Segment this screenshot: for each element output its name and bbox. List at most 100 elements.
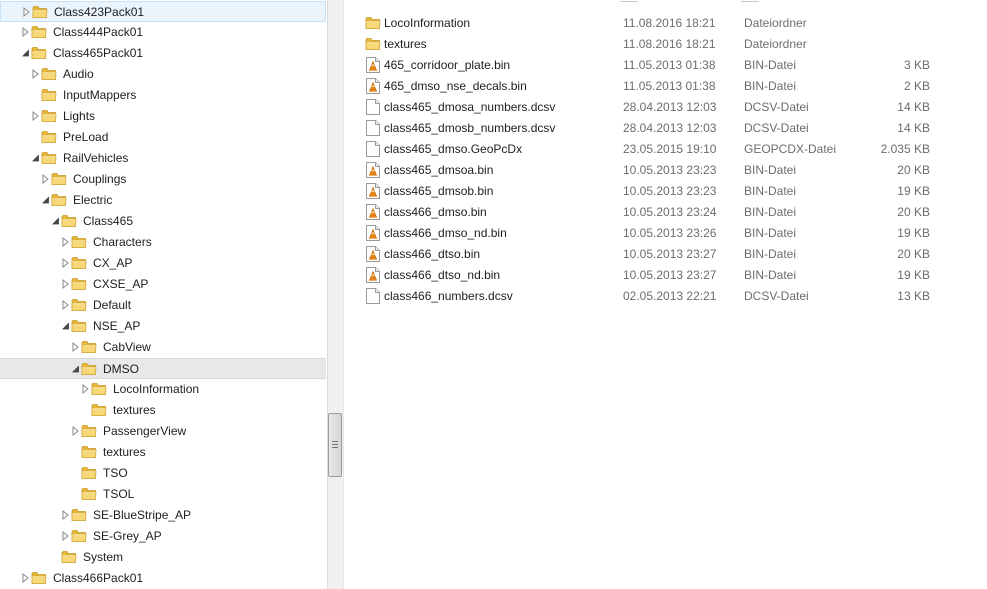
blank-file-icon <box>366 288 380 304</box>
file-row[interactable]: class466_dtso_nd.bin 10.05.2013 23:27 BIN-… <box>345 264 987 285</box>
tree-item-electric[interactable]: Electric <box>0 190 326 211</box>
tree-item-label: TSO <box>103 466 128 480</box>
folder-icon <box>81 424 97 438</box>
file-row[interactable]: LocoInformation 11.08.2016 18:21 Dateiordn… <box>345 12 987 33</box>
tree-item-label: Class465Pack01 <box>53 46 144 60</box>
tree-item-se-grey-ap[interactable]: SE-Grey_AP <box>0 526 326 547</box>
file-date: 10.05.2013 23:27 <box>623 247 717 261</box>
tree-item-cx-ap[interactable]: CX_AP <box>0 253 326 274</box>
scrollbar-thumb[interactable] <box>328 413 342 477</box>
tree-item-passengerview[interactable]: PassengerView <box>0 421 326 442</box>
tree-item-class465pack01[interactable]: Class465Pack01 <box>0 43 326 64</box>
tree-item-nse-ap[interactable]: NSE_AP <box>0 316 326 337</box>
tree-item-lights[interactable]: Lights <box>0 106 326 127</box>
file-size: 13 KB <box>897 289 930 303</box>
tree-scrollbar[interactable] <box>327 0 344 589</box>
tree-item-textures[interactable]: textures <box>0 442 326 463</box>
expand-arrow-icon[interactable] <box>31 69 40 79</box>
blank-file-icon <box>366 120 380 136</box>
folder-icon <box>81 340 97 354</box>
tree-item-preload[interactable]: PreLoad <box>0 127 326 148</box>
tree-item-se-bluestripe-ap[interactable]: SE-BlueStripe_AP <box>0 505 326 526</box>
tree-item-railvehicles[interactable]: RailVehicles <box>0 148 326 169</box>
tree-item-label: PassengerView <box>103 424 187 438</box>
file-row[interactable]: class466_dmso_nd.bin 10.05.2013 23:26 BIN-… <box>345 222 987 243</box>
file-date: 11.08.2016 18:21 <box>623 37 716 51</box>
expand-arrow-icon[interactable] <box>71 426 80 436</box>
vlc-file-icon <box>366 183 380 199</box>
file-row[interactable]: class465_dmsob.bin 10.05.2013 23:23 BIN-Da… <box>345 180 987 201</box>
folder-icon <box>31 571 47 585</box>
file-type: Dateiordner <box>744 16 807 30</box>
collapse-arrow-icon[interactable] <box>51 216 60 226</box>
file-name: class466_dtso.bin <box>384 247 481 261</box>
file-date: 10.05.2013 23:23 <box>623 163 717 177</box>
collapse-arrow-icon[interactable] <box>41 195 50 205</box>
file-row[interactable]: class466_dtso.bin 10.05.2013 23:27 BIN-Dat… <box>345 243 987 264</box>
tree-item-class465[interactable]: Class465 <box>0 211 326 232</box>
expand-arrow-icon[interactable] <box>81 384 90 394</box>
vlc-file-icon <box>366 57 380 73</box>
file-row[interactable]: class465_dmso.GeoPcDx 23.05.2015 19:10 GEO… <box>345 138 987 159</box>
tree-item-audio[interactable]: Audio <box>0 64 326 85</box>
expand-arrow-icon[interactable] <box>61 510 70 520</box>
file-type: BIN-Datei <box>744 58 797 72</box>
expand-arrow-icon[interactable] <box>41 174 50 184</box>
expand-arrow-icon[interactable] <box>61 237 70 247</box>
tree-item-cxse-ap[interactable]: CXSE_AP <box>0 274 326 295</box>
file-type: BIN-Datei <box>744 247 797 261</box>
file-type: BIN-Datei <box>744 268 797 282</box>
file-row[interactable]: class465_dmsoa.bin 10.05.2013 23:23 BIN-Da… <box>345 159 987 180</box>
tree-item-dmso[interactable]: DMSO <box>0 358 326 379</box>
tree-item-tsol[interactable]: TSOL <box>0 484 326 505</box>
file-row[interactable]: 465_dmso_nse_decals.bin 11.05.2013 01:38 B… <box>345 75 987 96</box>
file-date: 10.05.2013 23:24 <box>623 205 717 219</box>
tree-item-label: Lights <box>63 109 96 123</box>
tree-item-textures[interactable]: textures <box>0 400 326 421</box>
file-row[interactable]: class466_dmso.bin 10.05.2013 23:24 BIN-Dat… <box>345 201 987 222</box>
file-list[interactable]: LocoInformation 11.08.2016 18:21 Dateiordn… <box>345 0 987 589</box>
vlc-file-icon <box>366 225 380 241</box>
expand-arrow-icon[interactable] <box>61 279 70 289</box>
expand-arrow-icon[interactable] <box>61 531 70 541</box>
file-row[interactable]: class465_dmosa_numbers.dcsv 28.04.2013 12… <box>345 96 987 117</box>
tree-item-label: SE-BlueStripe_AP <box>93 508 192 522</box>
vlc-file-icon <box>366 246 380 262</box>
file-date: 11.05.2013 01:38 <box>623 79 716 93</box>
tree-item-class466pack01[interactable]: Class466Pack01 <box>0 568 326 589</box>
tree-item-inputmappers[interactable]: InputMappers <box>0 85 326 106</box>
expand-arrow-icon[interactable] <box>71 342 80 352</box>
file-type: BIN-Datei <box>744 205 797 219</box>
tree-item-system[interactable]: System <box>0 547 326 568</box>
file-row[interactable]: class465_dmosb_numbers.dcsv 28.04.2013 12… <box>345 117 987 138</box>
collapse-arrow-icon[interactable] <box>31 153 40 163</box>
navigation-tree[interactable]: Class423Pack01 Class444Pack01 Class465Pa… <box>0 0 327 589</box>
folder-icon <box>81 445 97 459</box>
tree-item-couplings[interactable]: Couplings <box>0 169 326 190</box>
folder-icon <box>41 67 57 81</box>
tree-item-class444pack01[interactable]: Class444Pack01 <box>0 22 326 43</box>
file-name: class466_numbers.dcsv <box>384 289 513 303</box>
expand-arrow-icon[interactable] <box>31 111 40 121</box>
tree-item-tso[interactable]: TSO <box>0 463 326 484</box>
file-row[interactable]: class466_numbers.dcsv 02.05.2013 22:21 DCS… <box>345 285 987 306</box>
tree-item-default[interactable]: Default <box>0 295 326 316</box>
tree-item-label: textures <box>103 445 146 459</box>
tree-item-characters[interactable]: Characters <box>0 232 326 253</box>
file-size: 14 KB <box>897 121 930 135</box>
expand-arrow-icon[interactable] <box>21 573 30 583</box>
collapse-arrow-icon[interactable] <box>21 48 30 58</box>
expand-arrow-icon[interactable] <box>22 7 31 17</box>
expand-arrow-icon[interactable] <box>61 258 70 268</box>
tree-item-locoinformation[interactable]: LocoInformation <box>0 379 326 400</box>
collapse-arrow-icon[interactable] <box>61 321 70 331</box>
folder-icon <box>71 298 87 312</box>
file-row[interactable]: textures 11.08.2016 18:21 Dateiordner <box>345 33 987 54</box>
tree-item-class423pack01[interactable]: Class423Pack01 <box>0 1 326 22</box>
expand-arrow-icon[interactable] <box>21 27 30 37</box>
expand-arrow-icon[interactable] <box>61 300 70 310</box>
file-row[interactable]: 465_corridoor_plate.bin 11.05.2013 01:38 B… <box>345 54 987 75</box>
tree-item-cabview[interactable]: CabView <box>0 337 326 358</box>
tree-item-label: Class423Pack01 <box>54 5 145 19</box>
collapse-arrow-icon[interactable] <box>71 364 80 374</box>
